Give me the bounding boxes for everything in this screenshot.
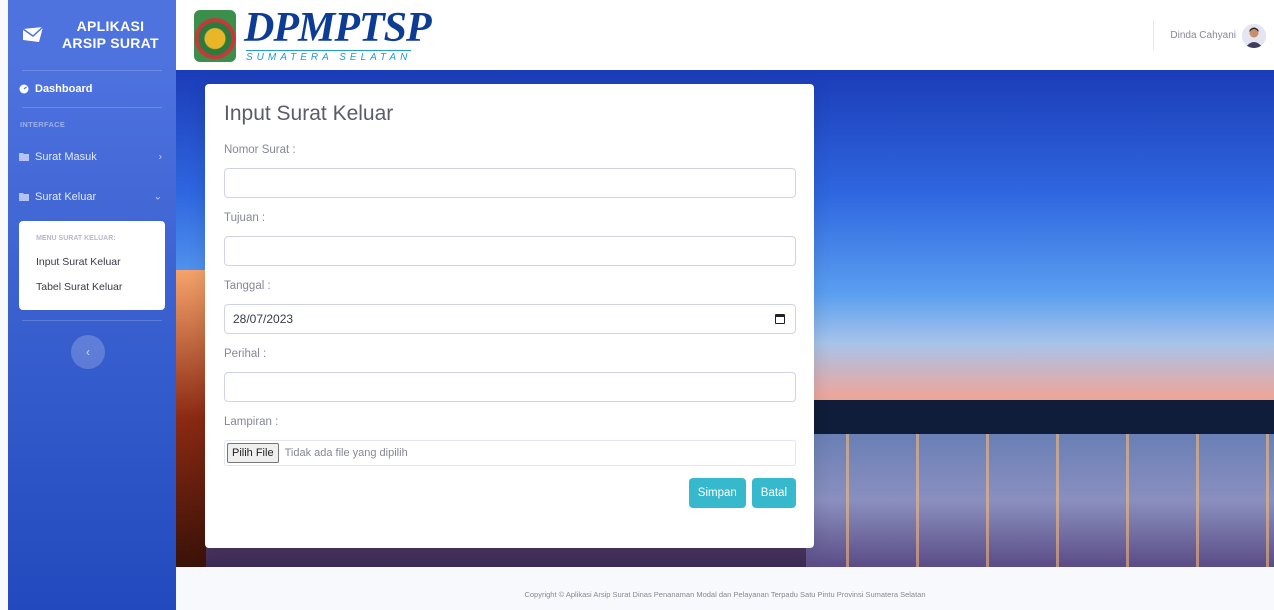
topbar: DPMPTSP SUMATERA SELATAN Dinda Cahyani xyxy=(176,0,1274,70)
cancel-button[interactable]: Batal xyxy=(751,478,796,508)
avatar[interactable] xyxy=(1242,24,1266,48)
topbar-divider xyxy=(1153,20,1154,50)
sidebar: APLIKASI ARSIP SURAT Dashboard INTERFACE… xyxy=(8,0,176,610)
sidebar-toggle-button[interactable]: ‹ xyxy=(71,335,105,369)
tujuan-label: Tujuan : xyxy=(224,212,266,224)
sidebar-divider xyxy=(22,320,162,321)
lampiran-label: Lampiran : xyxy=(224,416,279,428)
sidebar-heading: INTERFACE xyxy=(20,120,66,129)
form-actions: Simpan Batal xyxy=(224,478,796,508)
background-skyline xyxy=(806,400,1274,434)
sidebar-brand[interactable]: APLIKASI ARSIP SURAT xyxy=(8,0,176,70)
brand-line-2: ARSIP SURAT xyxy=(62,35,159,51)
submenu-item-tabel[interactable]: Tabel Surat Keluar xyxy=(19,275,165,300)
emblem-icon xyxy=(194,10,236,62)
form-card: Input Surat Keluar Nomor Surat : Tujuan … xyxy=(205,84,814,548)
choose-file-button[interactable]: Pilih File xyxy=(227,443,279,463)
perihal-label: Perihal : xyxy=(224,348,267,360)
user-name[interactable]: Dinda Cahyani xyxy=(1170,30,1236,41)
chevron-right-icon: › xyxy=(158,151,162,163)
tanggal-input[interactable]: 28/07/2023 xyxy=(224,304,796,334)
brand-title: APLIKASI ARSIP SURAT xyxy=(62,18,159,52)
background-water xyxy=(806,434,1274,567)
submenu-heading: MENU SURAT KELUAR: xyxy=(36,235,116,242)
submenu-item-input[interactable]: Input Surat Keluar xyxy=(19,250,165,275)
lampiran-file-input[interactable]: Pilih File Tidak ada file yang dipilih xyxy=(224,440,796,466)
dashboard-icon xyxy=(19,84,29,94)
user-avatar-icon xyxy=(1242,24,1266,48)
logo-subtext: SUMATERA SELATAN xyxy=(246,50,412,63)
submenu-surat-keluar: MENU SURAT KELUAR: Input Surat Keluar Ta… xyxy=(19,221,165,310)
logo-text: DPMPTSP xyxy=(244,5,432,51)
sidebar-item-label: Surat Masuk xyxy=(35,151,97,163)
file-status: Tidak ada file yang dipilih xyxy=(284,447,408,459)
chevron-left-icon: ‹ xyxy=(86,345,90,359)
chevron-down-icon: ⌄ xyxy=(153,191,162,203)
brand-line-1: APLIKASI xyxy=(76,18,145,34)
folder-icon xyxy=(19,192,29,202)
sidebar-item-dashboard[interactable]: Dashboard xyxy=(8,71,176,107)
tanggal-label: Tanggal : xyxy=(224,280,271,292)
nomor-surat-input[interactable] xyxy=(224,168,796,198)
nomor-surat-label: Nomor Surat : xyxy=(224,144,296,156)
tanggal-value: 28/07/2023 xyxy=(233,312,294,326)
logo: DPMPTSP SUMATERA SELATAN xyxy=(186,0,441,70)
sidebar-item-label: Surat Keluar xyxy=(35,191,97,203)
envelope-icon xyxy=(22,26,44,42)
perihal-input[interactable] xyxy=(224,372,796,402)
folder-icon xyxy=(19,152,29,162)
background-left-strip xyxy=(176,270,206,567)
sidebar-item-label: Dashboard xyxy=(35,83,93,95)
sidebar-item-surat-masuk[interactable]: Surat Masuk › xyxy=(8,137,176,177)
page-title: Input Surat Keluar xyxy=(224,102,394,125)
sidebar-item-surat-keluar[interactable]: Surat Keluar ⌄ xyxy=(8,177,176,217)
calendar-icon[interactable] xyxy=(775,314,785,324)
tujuan-input[interactable] xyxy=(224,236,796,266)
footer-copyright: Copyright © Aplikasi Arsip Surat Dinas P… xyxy=(524,590,926,599)
save-button[interactable]: Simpan xyxy=(688,478,746,508)
